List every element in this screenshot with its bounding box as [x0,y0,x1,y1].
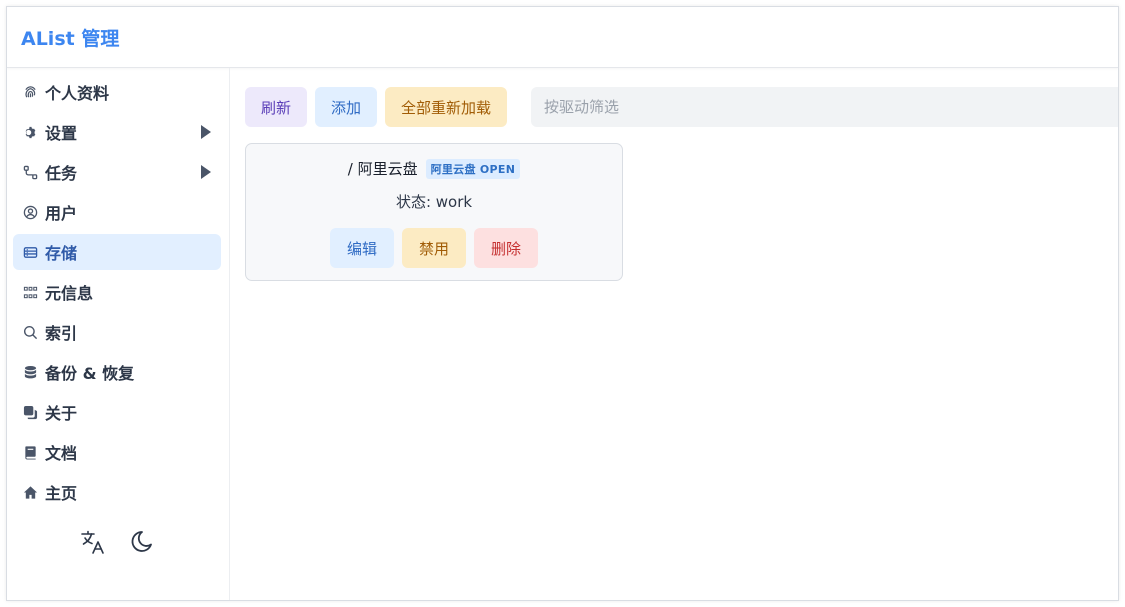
sidebar-item-label: 主页 [45,484,78,503]
copy-icon [22,404,38,420]
sidebar-item-label: 个人资料 [45,84,110,103]
storage-icon [22,244,38,260]
translate-icon[interactable] [79,528,107,556]
sidebar-item-index[interactable]: 索引 [13,314,221,350]
sidebar-item-label: 索引 [45,324,78,343]
driver-filter-input[interactable] [531,87,1118,127]
sidebar-item-docs[interactable]: 文档 [13,434,221,470]
sidebar-item-users[interactable]: 用户 [13,194,221,230]
app-window: AList 管理 个人资料 设置 任务 用户 存储 元信息 索引 备份 & 恢复… [6,6,1119,601]
sidebar-item-settings[interactable]: 设置 [13,114,221,150]
storage-card-actions: 编辑 禁用 删除 [246,228,622,268]
search-icon [22,324,38,340]
moon-icon[interactable] [127,528,155,556]
user-circle-icon [22,204,38,220]
main-content: 刷新 添加 全部重新加载 / 阿里云盘 阿里云盘 OPEN 状态: work 编… [231,68,1118,600]
sidebar-item-storage[interactable]: 存储 [13,234,221,270]
storage-card-title: / 阿里云盘 阿里云盘 OPEN [246,158,622,179]
delete-button[interactable]: 删除 [474,228,539,268]
add-button[interactable]: 添加 [315,87,378,127]
chevron-right-icon[interactable] [201,125,211,139]
chevron-right-icon[interactable] [201,165,211,179]
sidebar-item-label: 设置 [45,124,78,143]
flow-icon [22,164,38,180]
sidebar-item-tasks[interactable]: 任务 [13,154,221,190]
home-icon [22,484,38,500]
disable-button[interactable]: 禁用 [401,228,466,268]
sidebar-item-profile[interactable]: 个人资料 [13,74,221,110]
header: AList 管理 [7,7,1118,68]
fingerprint-icon [22,84,38,100]
sidebar-item-label: 存储 [45,244,78,263]
driver-badge: 阿里云盘 OPEN [425,158,521,179]
gear-icon [22,124,38,140]
toolbar: 刷新 添加 全部重新加载 [245,87,508,127]
reload-all-button[interactable]: 全部重新加载 [385,87,508,127]
database-icon [22,364,38,380]
sidebar-footer [79,528,155,556]
edit-button[interactable]: 编辑 [329,228,394,268]
sidebar: 个人资料 设置 任务 用户 存储 元信息 索引 备份 & 恢复 关于 文档 主页 [7,68,230,600]
sidebar-item-label: 用户 [45,204,78,223]
sidebar-item-label: 元信息 [45,284,94,303]
sidebar-item-label: 关于 [45,404,78,423]
sidebar-item-label: 文档 [45,444,78,463]
sidebar-item-label: 任务 [45,164,78,183]
meta-icon [22,284,38,300]
app-title[interactable]: AList 管理 [21,24,119,51]
sidebar-item-about[interactable]: 关于 [13,394,221,430]
book-icon [22,444,38,460]
storage-card: / 阿里云盘 阿里云盘 OPEN 状态: work 编辑 禁用 删除 [245,143,623,281]
sidebar-item-backup[interactable]: 备份 & 恢复 [13,354,221,390]
sidebar-item-meta[interactable]: 元信息 [13,274,221,310]
sidebar-item-label: 备份 & 恢复 [45,364,135,383]
refresh-button[interactable]: 刷新 [245,87,308,127]
mount-path: / 阿里云盘 [347,160,418,178]
storage-status: 状态: work [395,193,473,211]
sidebar-item-home[interactable]: 主页 [13,474,221,510]
